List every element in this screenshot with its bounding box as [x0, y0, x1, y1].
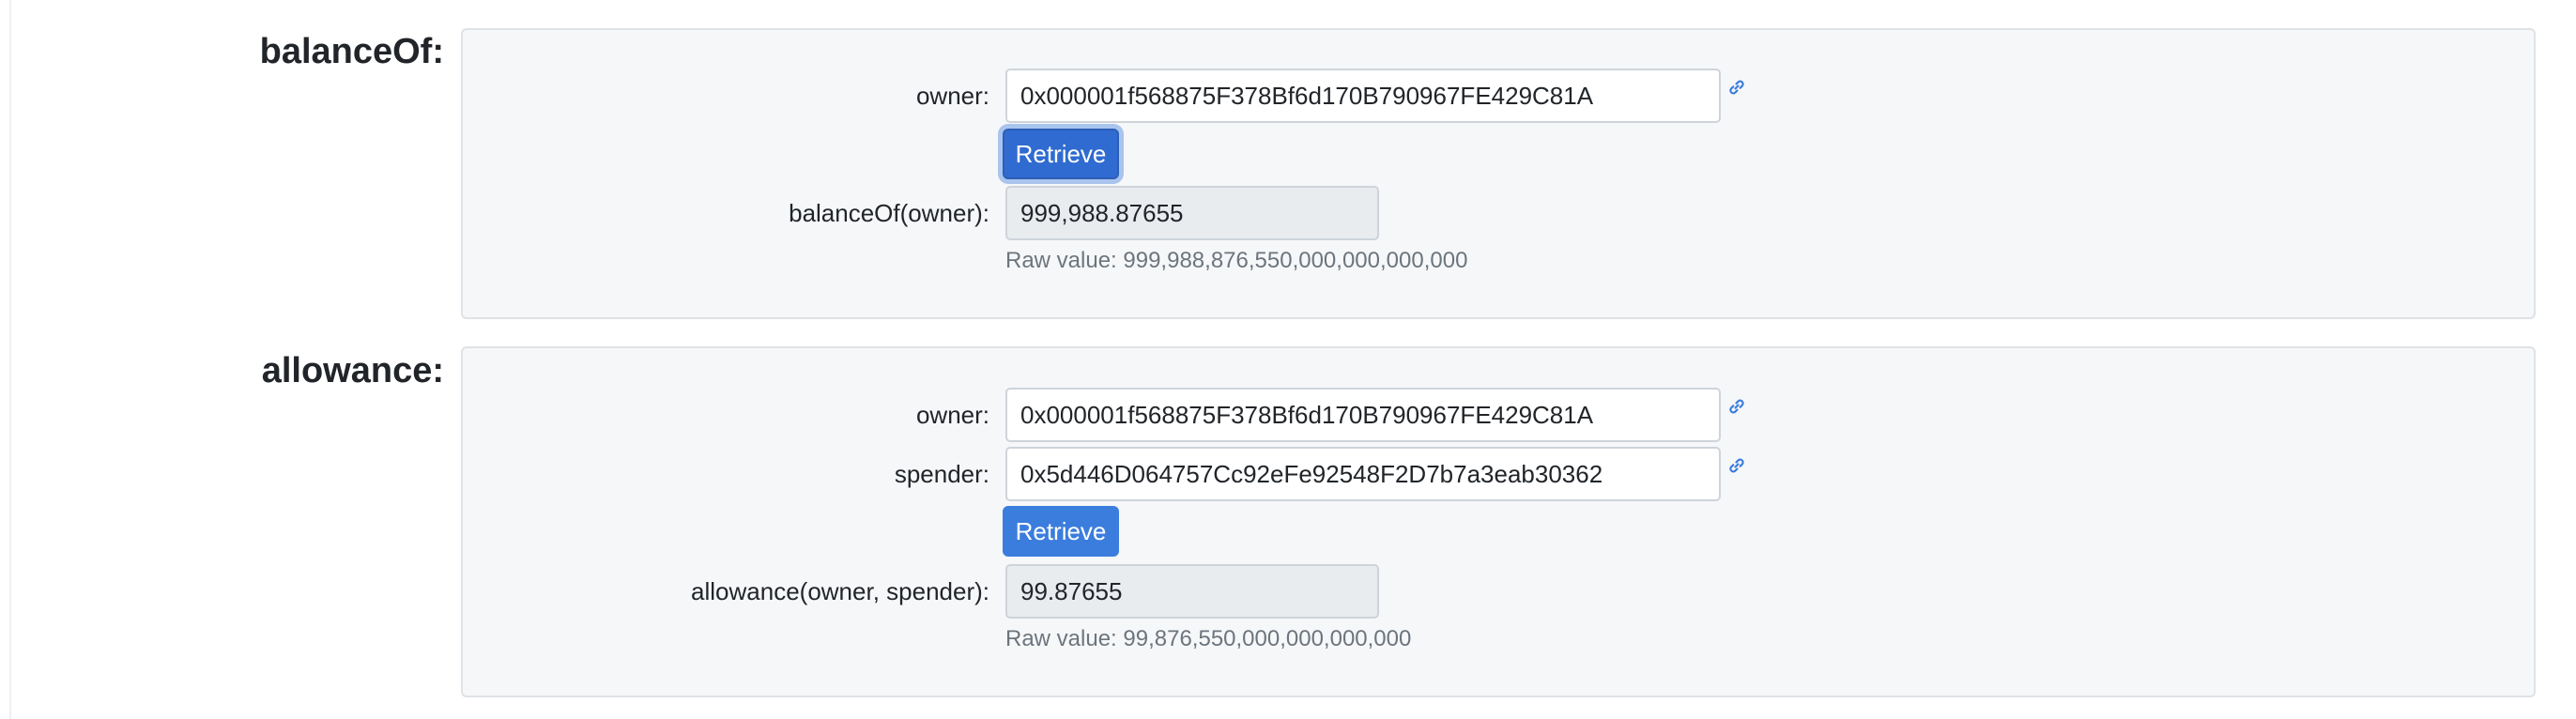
spender-label: spender: [894, 460, 989, 488]
owner-input[interactable] [1005, 388, 1721, 442]
allowance-result-label: allowance(owner, spender): [691, 577, 989, 605]
section-title-balanceof: balanceOf: [259, 32, 444, 71]
link-icon[interactable] [1727, 456, 1746, 475]
allowance-raw-value: Raw value: 99,876,550,000,000,000,000 [1005, 626, 1412, 651]
owner-label: owner: [915, 401, 989, 429]
link-icon[interactable] [1727, 78, 1746, 97]
retrieve-allowance-button[interactable]: Retrieve [1003, 506, 1119, 557]
section-title-allowance: allowance: [261, 351, 444, 390]
balanceof-result-field: 999,988.87655 [1005, 186, 1379, 240]
link-icon[interactable] [1727, 397, 1746, 416]
allowance-result-field: 99.87655 [1005, 564, 1379, 619]
owner-label: owner: [915, 82, 989, 110]
balanceof-result-label: balanceOf(owner): [789, 199, 989, 227]
retrieve-balanceof-button[interactable]: Retrieve [1003, 129, 1119, 179]
spender-input[interactable] [1005, 447, 1721, 501]
left-border [9, 0, 11, 719]
balanceof-raw-value: Raw value: 999,988,876,550,000,000,000,0… [1005, 248, 1468, 273]
owner-input[interactable] [1005, 69, 1721, 123]
